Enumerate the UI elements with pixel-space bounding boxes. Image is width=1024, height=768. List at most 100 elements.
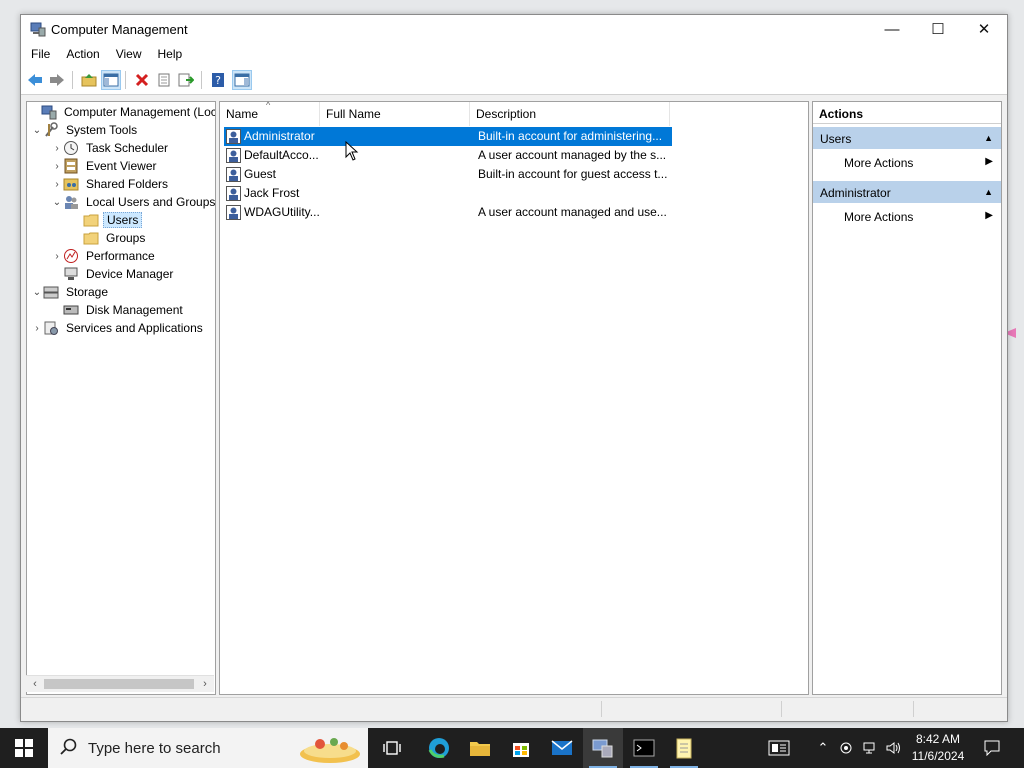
title-bar[interactable]: Computer Management — ☐ ✕	[21, 15, 1007, 43]
table-row[interactable]: WDAGUtility... A user account managed and…	[224, 203, 672, 222]
news-widget-icon[interactable]	[764, 728, 794, 768]
export-list-icon[interactable]	[176, 70, 196, 90]
status-bar	[21, 697, 1007, 720]
expand-chevron-icon[interactable]: ›	[51, 157, 63, 175]
sort-ascending-icon: ^	[266, 100, 271, 110]
table-row[interactable]: Administrator Built-in account for admini…	[224, 127, 672, 146]
collapse-chevron-icon[interactable]: ⌄	[31, 121, 43, 139]
show-hidden-icons-chevron-icon[interactable]: ⌃	[813, 728, 833, 768]
search-icon	[60, 738, 77, 755]
taskbar-terminal-icon[interactable]	[624, 728, 664, 768]
expand-chevron-icon[interactable]: ›	[51, 247, 63, 265]
menu-view[interactable]: View	[106, 43, 148, 61]
tree-item-label: Event Viewer	[86, 159, 157, 173]
collapse-caret-icon[interactable]: ▲	[984, 187, 993, 197]
tree-item-event-viewer[interactable]: › Event Viewer	[51, 157, 159, 175]
tree-item-label: Local Users and Groups	[86, 195, 216, 209]
menu-help[interactable]: Help	[148, 43, 189, 61]
tree-horizontal-scrollbar[interactable]: ‹ ›	[26, 675, 214, 692]
tree-item-users[interactable]: Users	[71, 211, 143, 229]
tree-item-groups[interactable]: Groups	[71, 229, 148, 247]
taskbar-mail-icon[interactable]	[542, 728, 582, 768]
tree-item-local-users-and-groups[interactable]: ⌄ Local Users and Groups	[51, 193, 216, 211]
up-folder-icon[interactable]	[79, 70, 99, 90]
column-header-description[interactable]: Description	[470, 102, 670, 126]
expand-chevron-icon[interactable]: ›	[31, 319, 43, 337]
minimize-button[interactable]: —	[869, 15, 915, 43]
taskbar-edge-icon[interactable]	[419, 728, 459, 768]
collapse-caret-icon[interactable]: ▲	[984, 133, 993, 143]
window-title: Computer Management	[51, 22, 188, 37]
tree-item-shared-folders[interactable]: › Shared Folders	[51, 175, 171, 193]
back-icon[interactable]	[25, 70, 45, 90]
user-account-icon	[226, 148, 241, 163]
scroll-thumb[interactable]	[44, 679, 194, 689]
column-name-label: Name	[226, 107, 259, 121]
tree-item-performance[interactable]: › Performance	[51, 247, 158, 265]
tree-item-storage[interactable]: ⌄ Storage	[31, 283, 111, 301]
cell-name: Guest	[244, 167, 277, 181]
tree-item-computer-management-local[interactable]: Computer Management (Local	[29, 103, 215, 121]
tree-item-task-scheduler[interactable]: › Task Scheduler	[51, 139, 171, 157]
forward-icon[interactable]	[47, 70, 67, 90]
actions-section-administrator[interactable]: Administrator ▲	[813, 181, 1001, 203]
close-button[interactable]: ✕	[961, 15, 1007, 43]
collapse-chevron-icon[interactable]: ⌄	[51, 193, 63, 211]
users-list-view: Name ^ Full Name Description Administrat…	[219, 100, 809, 695]
column-description-label: Description	[476, 107, 537, 121]
status-divider	[913, 701, 915, 717]
maximize-button[interactable]: ☐	[915, 15, 961, 43]
tree-item-system-tools[interactable]: ⌄ System Tools	[31, 121, 140, 139]
column-header-name[interactable]: Name ^	[220, 100, 320, 126]
table-row[interactable]: DefaultAcco... A user account managed by …	[224, 146, 672, 165]
device-manager-icon	[63, 266, 79, 282]
taskbar-notepad-icon[interactable]	[664, 728, 704, 768]
search-highlight-illustration-icon	[300, 738, 360, 763]
show-hide-console-tree-icon[interactable]	[101, 70, 121, 90]
menu-action[interactable]: Action	[56, 43, 105, 61]
shared-folder-icon	[63, 176, 79, 192]
meet-now-icon[interactable]	[836, 728, 856, 768]
expand-chevron-icon[interactable]: ›	[51, 139, 63, 157]
tree-item-device-manager[interactable]: Device Manager	[51, 265, 176, 283]
column-full-name-label: Full Name	[326, 107, 381, 121]
tree-item-label: Device Manager	[86, 267, 174, 281]
show-hide-action-pane-icon[interactable]	[232, 70, 252, 90]
more-actions-administrator[interactable]: More Actions ▶	[813, 205, 1001, 227]
tree-item-label: Storage	[66, 285, 109, 299]
collapse-chevron-icon[interactable]: ⌄	[31, 283, 43, 301]
taskbar: Type here to search ⌃ 8:42 AM 11/6/2024	[0, 728, 1024, 768]
expand-chevron-icon[interactable]: ›	[51, 175, 63, 193]
properties-icon[interactable]	[154, 70, 174, 90]
taskbar-task-view-icon[interactable]	[372, 728, 412, 768]
scroll-right-icon[interactable]: ›	[198, 676, 212, 692]
taskbar-search-box[interactable]: Type here to search	[48, 728, 368, 768]
toolbar: ?	[21, 66, 1007, 95]
submenu-arrow-icon: ▶	[985, 156, 993, 167]
tree-item-label: Disk Management	[86, 303, 183, 317]
taskbar-store-icon[interactable]	[501, 728, 541, 768]
more-actions-users[interactable]: More Actions ▶	[813, 151, 1001, 173]
delete-icon[interactable]	[132, 70, 152, 90]
taskbar-clock[interactable]: 8:42 AM 11/6/2024	[905, 731, 971, 765]
help-icon[interactable]: ?	[208, 70, 228, 90]
table-row[interactable]: Guest Built-in account for guest access t…	[224, 165, 672, 184]
scroll-left-icon[interactable]: ‹	[28, 676, 42, 692]
actions-section-users[interactable]: Users ▲	[813, 127, 1001, 149]
taskbar-file-explorer-icon[interactable]	[460, 728, 500, 768]
volume-icon[interactable]	[883, 728, 903, 768]
column-header-full-name[interactable]: Full Name	[320, 102, 470, 126]
tree-item-label: Task Scheduler	[86, 141, 169, 155]
computer-management-icon	[30, 22, 46, 37]
notifications-icon[interactable]	[980, 728, 1004, 768]
tree-item-services-and-applications[interactable]: › Services and Applications	[31, 319, 206, 337]
taskbar-computer-management-icon[interactable]	[583, 728, 623, 768]
table-row[interactable]: Jack Frost	[224, 184, 672, 203]
menu-file[interactable]: File	[21, 43, 56, 61]
actions-section-title: Users	[820, 132, 852, 146]
tree-item-disk-management[interactable]: Disk Management	[51, 301, 186, 319]
network-icon[interactable]	[860, 728, 880, 768]
start-button[interactable]	[0, 728, 48, 768]
